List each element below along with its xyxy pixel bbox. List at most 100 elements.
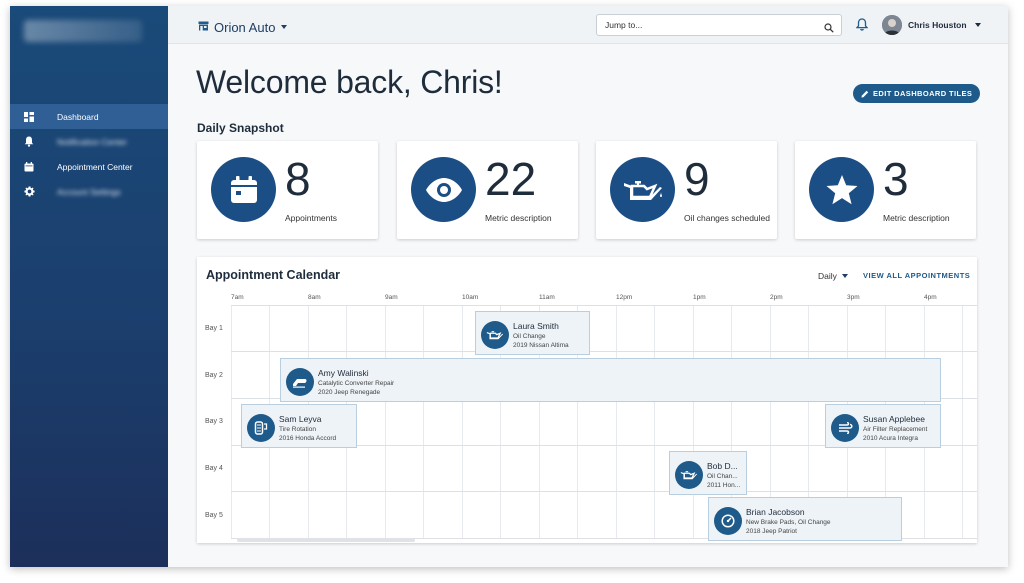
appointment-card[interactable]: Laura Smith Oil Change 2019 Nissan Altim… xyxy=(475,311,590,355)
appointment-calendar: Appointment Calendar Daily VIEW ALL APPO… xyxy=(197,257,977,543)
sidebar-item-label: Account Settings xyxy=(57,186,121,197)
appointment-customer: Bob D... xyxy=(707,461,738,471)
bell-icon xyxy=(20,135,38,149)
oil-can-icon xyxy=(481,321,509,349)
appointment-service: Oil Change xyxy=(513,333,546,340)
calendar-view-select[interactable]: Daily xyxy=(818,271,848,281)
metric-tile-oil-changes[interactable]: 9 Oil changes scheduled xyxy=(596,141,777,239)
gear-icon xyxy=(20,185,38,199)
appointment-customer: Laura Smith xyxy=(513,321,559,331)
time-label: 8am xyxy=(308,294,321,301)
time-label: 12pm xyxy=(616,294,633,301)
view-all-appointments-link[interactable]: VIEW ALL APPOINTMENTS xyxy=(863,271,970,280)
appointment-card[interactable]: Susan Applebee Air Filter Replacement 20… xyxy=(825,404,941,448)
search-box xyxy=(596,14,842,36)
sidebar-nav: Dashboard Notification Center Appointmen… xyxy=(10,104,168,204)
calendar-title: Appointment Calendar xyxy=(206,268,341,282)
oil-can-icon xyxy=(610,157,675,222)
top-bar: Orion Auto Chris Houston xyxy=(168,6,1008,44)
organization-name: Orion Auto xyxy=(214,19,276,35)
appointment-card[interactable]: Sam Leyva Tire Rotation 2016 Honda Accor… xyxy=(241,404,357,448)
metric-label: Metric description xyxy=(485,213,552,223)
eye-icon xyxy=(411,157,476,222)
time-label: 11am xyxy=(539,294,555,301)
notifications-bell-icon[interactable] xyxy=(855,18,869,36)
exhaust-icon xyxy=(286,368,314,396)
edit-dashboard-tiles-label: EDIT DASHBOARD TILES xyxy=(873,89,973,98)
calendar-horizontal-scrollbar[interactable] xyxy=(237,538,415,542)
metric-label: Appointments xyxy=(285,213,337,223)
appointment-vehicle: 2016 Honda Accord xyxy=(279,435,337,442)
store-icon xyxy=(198,18,209,36)
chevron-down-icon xyxy=(841,274,848,278)
appointment-customer: Susan Applebee xyxy=(863,414,925,424)
appointment-customer: Sam Leyva xyxy=(279,414,322,424)
appointment-service: Tire Rotation xyxy=(279,426,316,433)
bay-label: Bay 4 xyxy=(205,465,223,472)
appointment-customer: Amy Walinski xyxy=(318,368,369,378)
pencil-icon xyxy=(861,90,869,98)
bay-label: Bay 2 xyxy=(205,372,223,379)
appointment-service: Air Filter Replacement xyxy=(863,426,928,433)
calendar-icon xyxy=(20,160,38,174)
metric-value: 3 xyxy=(883,153,909,205)
bay-label: Bay 3 xyxy=(205,418,223,425)
brake-gauge-icon xyxy=(714,507,742,535)
metric-value: 22 xyxy=(485,153,537,205)
appointment-service: New Brake Pads, Oil Change xyxy=(746,519,831,526)
daily-snapshot-heading: Daily Snapshot xyxy=(197,121,284,135)
dashboard-icon xyxy=(20,110,38,124)
chevron-down-icon xyxy=(281,25,288,29)
edit-dashboard-tiles-button[interactable]: EDIT DASHBOARD TILES xyxy=(853,84,981,103)
user-name: Chris Houston xyxy=(908,20,967,30)
chevron-down-icon xyxy=(974,23,981,27)
tire-icon xyxy=(247,414,275,442)
sidebar-item-dashboard[interactable]: Dashboard xyxy=(10,104,168,129)
time-label: 7am xyxy=(231,294,244,301)
sidebar-item-label: Appointment Center xyxy=(57,161,133,172)
sidebar-item-label: Dashboard xyxy=(57,111,99,122)
time-label: 3pm xyxy=(847,294,860,301)
time-label: 2pm xyxy=(770,294,783,301)
avatar xyxy=(882,15,902,35)
sidebar-item-account-settings[interactable]: Account Settings xyxy=(10,179,168,204)
app-logo[interactable] xyxy=(24,20,142,42)
user-menu[interactable]: Chris Houston xyxy=(882,15,981,35)
search-input[interactable] xyxy=(605,20,815,30)
bay-label: Bay 5 xyxy=(205,512,223,519)
appointment-vehicle: 2010 Acura Integra xyxy=(863,435,918,442)
time-label: 1pm xyxy=(693,294,706,301)
organization-switcher[interactable]: Orion Auto xyxy=(198,18,288,36)
metric-value: 8 xyxy=(285,153,311,205)
app-window: Dashboard Notification Center Appointmen… xyxy=(10,6,1008,567)
appointment-vehicle: 2018 Jeep Patriot xyxy=(746,528,797,535)
star-icon xyxy=(809,157,874,222)
appointment-customer: Brian Jacobson xyxy=(746,507,805,517)
metric-tile-2[interactable]: 22 Metric description xyxy=(397,141,578,239)
metric-value: 9 xyxy=(684,153,710,205)
appointment-vehicle: 2011 Hon... xyxy=(707,482,741,489)
time-label: 4pm xyxy=(924,294,937,301)
sidebar-item-notification-center[interactable]: Notification Center xyxy=(10,129,168,154)
air-filter-icon xyxy=(831,414,859,442)
calendar-view-label: Daily xyxy=(818,271,837,281)
metric-label: Oil changes scheduled xyxy=(684,213,771,223)
metric-tile-4[interactable]: 3 Metric description xyxy=(795,141,976,239)
calendar-icon xyxy=(211,157,276,222)
oil-can-icon xyxy=(675,461,703,489)
appointment-card[interactable]: Amy Walinski Catalytic Converter Repair … xyxy=(280,358,941,402)
time-label: 9am xyxy=(385,294,398,301)
search-icon[interactable] xyxy=(824,20,834,38)
page-title: Welcome back, Chris! xyxy=(196,64,503,100)
appointment-vehicle: 2019 Nissan Altima xyxy=(513,342,569,349)
metric-label: Metric description xyxy=(883,213,950,223)
time-label: 10am xyxy=(462,294,479,301)
bay-label: Bay 1 xyxy=(205,325,223,332)
appointment-service: Catalytic Converter Repair xyxy=(318,380,395,387)
sidebar-item-label: Notification Center xyxy=(57,136,127,147)
appointment-card[interactable]: Bob D... Oil Chan... 2011 Hon... xyxy=(669,451,747,495)
sidebar-item-appointment-center[interactable]: Appointment Center xyxy=(10,154,168,179)
appointment-card[interactable]: Brian Jacobson New Brake Pads, Oil Chang… xyxy=(708,497,902,541)
appointment-service: Oil Chan... xyxy=(707,473,738,480)
metric-tile-appointments[interactable]: 8 Appointments xyxy=(197,141,378,239)
